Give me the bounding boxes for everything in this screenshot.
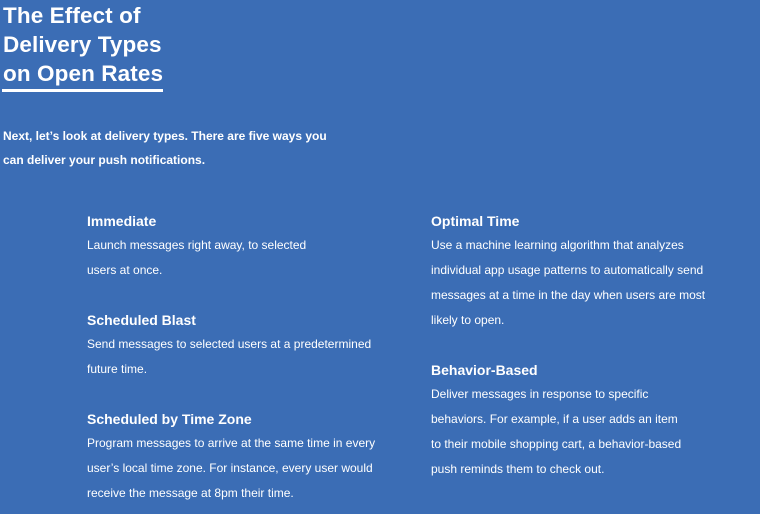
delivery-type-scheduled-by-time-zone: Scheduled by Time Zone Program messages …	[87, 407, 375, 506]
title-line: on Open Rates	[3, 61, 164, 86]
delivery-type-description-line: Use a machine learning algorithm that an…	[431, 238, 684, 252]
intro-line: can deliver your push notifications.	[3, 153, 206, 167]
delivery-type-heading: Immediate	[87, 213, 157, 229]
delivery-type-description-line: Program messages to arrive at the same t…	[87, 436, 376, 450]
delivery-type-heading: Behavior-Based	[431, 362, 538, 378]
delivery-type-description-line: receive the message at 8pm their time.	[87, 486, 294, 500]
intro-paragraph: Next, let’s look at delivery types. Ther…	[3, 124, 327, 172]
delivery-type-heading: Scheduled Blast	[87, 312, 196, 328]
delivery-type-immediate: Immediate Launch messages right away, to…	[87, 209, 306, 283]
delivery-type-description-line: messages at a time in the day when users…	[431, 288, 706, 302]
intro-line: Next, let’s look at delivery types. Ther…	[3, 129, 327, 143]
delivery-type-heading: Scheduled by Time Zone	[87, 411, 252, 427]
title-line: The Effect of	[3, 3, 141, 28]
delivery-type-description-line: Launch messages right away, to selected	[87, 238, 307, 252]
delivery-type-description-line: future time.	[87, 362, 148, 376]
delivery-type-description-line: users at once.	[87, 263, 163, 277]
delivery-type-description-line: Send messages to selected users at a pre…	[87, 337, 372, 351]
delivery-type-optimal-time: Optimal Time Use a machine learning algo…	[431, 209, 705, 333]
title-line: Delivery Types	[3, 32, 162, 57]
delivery-type-description-line: behaviors. For example, if a user adds a…	[431, 412, 678, 426]
delivery-type-description-line: Deliver messages in response to specific	[431, 387, 649, 401]
delivery-type-description-line: to their mobile shopping cart, a behavio…	[431, 437, 682, 451]
delivery-type-scheduled-blast: Scheduled Blast Send messages to selecte…	[87, 308, 371, 382]
delivery-type-behavior-based: Behavior-Based Deliver messages in respo…	[431, 358, 681, 482]
delivery-type-description-line: push reminds them to check out.	[431, 462, 605, 476]
delivery-type-description-line: likely to open.	[431, 313, 505, 327]
delivery-type-description-line: user’s local time zone. For instance, ev…	[87, 461, 373, 475]
page-title: The Effect of Delivery Types on Open Rat…	[3, 1, 163, 88]
title-underline	[2, 89, 163, 92]
delivery-type-heading: Optimal Time	[431, 213, 520, 229]
delivery-type-description-line: individual app usage patterns to automat…	[431, 263, 704, 277]
